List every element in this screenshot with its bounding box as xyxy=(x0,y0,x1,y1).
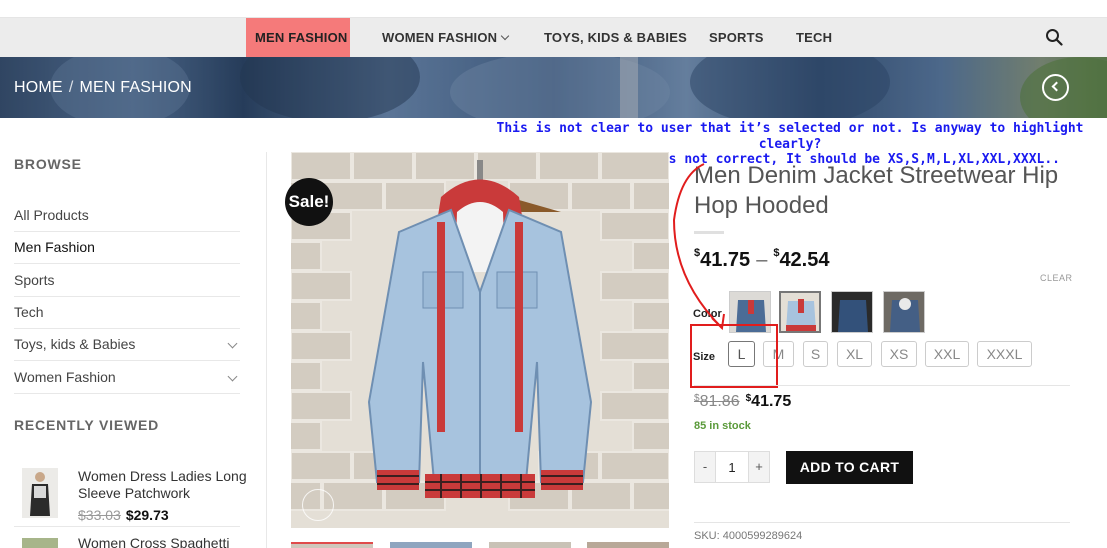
sidebar-item-tech[interactable]: Tech xyxy=(14,296,240,329)
product-thumbnail[interactable] xyxy=(22,468,58,518)
color-swatch[interactable] xyxy=(831,291,873,333)
top-bar xyxy=(0,0,1107,18)
annotation-line-1: This is not clear to user that it’s sele… xyxy=(496,121,1084,152)
gallery-thumbnail[interactable] xyxy=(291,542,373,548)
chevron-down-icon xyxy=(501,31,510,41)
recently-viewed-heading: RECENTLY VIEWED xyxy=(14,417,160,433)
product-thumbnail[interactable] xyxy=(22,538,58,548)
quantity-increase-button[interactable]: + xyxy=(749,452,769,482)
sidebar-item-sports[interactable]: Sports xyxy=(14,264,240,297)
gallery-thumbnail[interactable] xyxy=(489,542,571,548)
woman-dress-image xyxy=(22,468,58,518)
recent-product-item[interactable]: Women Dress Ladies Long Sleeve Patchwork… xyxy=(14,465,247,527)
product-main-image[interactable] xyxy=(291,152,669,528)
main-nav: MEN FASHION WOMEN FASHION TOYS, KIDS & B… xyxy=(0,18,1107,57)
column-divider xyxy=(266,152,267,548)
nav-tech[interactable]: TECH xyxy=(796,18,832,57)
sidebar-item-label: Women Fashion xyxy=(14,369,116,385)
hero-prev-button[interactable] xyxy=(1042,74,1069,101)
recent-product-title[interactable]: Women Cross Spaghetti xyxy=(78,535,240,548)
nav-label: TOYS, KIDS & BABIES xyxy=(544,30,687,45)
sidebar-item-label: Toys, kids & Babies xyxy=(14,336,136,352)
sidebar-item-label: Tech xyxy=(14,304,44,320)
gallery-prev-button[interactable] xyxy=(302,489,334,521)
stock-status: 85 in stock xyxy=(694,420,751,432)
color-swatch-selected[interactable] xyxy=(779,291,821,333)
color-swatch[interactable] xyxy=(883,291,925,333)
breadcrumb-current: MEN FASHION xyxy=(79,79,192,96)
sidebar-item-label: Sports xyxy=(14,272,55,288)
denim-jacket-image xyxy=(291,152,669,528)
quantity-stepper: - + xyxy=(694,451,770,483)
sidebar-item-women-fashion[interactable]: Women Fashion xyxy=(14,361,240,394)
nav-label: MEN FASHION xyxy=(255,30,348,45)
price-max: 42.54 xyxy=(779,249,830,271)
size-option-xxl[interactable]: XXL xyxy=(925,341,969,367)
nav-men-fashion[interactable]: MEN FASHION xyxy=(246,18,350,57)
nav-label: TECH xyxy=(796,30,833,45)
gallery-thumbnail[interactable] xyxy=(390,542,472,548)
sidebar-item-toys-kids-babies[interactable]: Toys, kids & Babies xyxy=(14,328,240,361)
sidebar-item-label: Men Fashion xyxy=(14,239,95,255)
variation-price: $81.86 $41.75 xyxy=(694,393,791,411)
size-option-xl[interactable]: XL xyxy=(837,341,872,367)
quantity-decrease-button[interactable]: - xyxy=(695,452,715,482)
gallery-thumbnail[interactable] xyxy=(587,542,669,548)
browse-heading: BROWSE xyxy=(14,156,82,172)
chevron-left-icon xyxy=(1051,81,1062,92)
annotation-arrow xyxy=(672,163,725,331)
old-price: $33.03 xyxy=(78,507,121,523)
add-to-cart-button[interactable]: ADD TO CART xyxy=(786,451,913,484)
nav-sports[interactable]: SPORTS xyxy=(709,18,764,57)
sidebar-item-all-products[interactable]: All Products xyxy=(14,199,240,232)
sale-price: $29.73 xyxy=(125,507,169,523)
chevron-down-icon[interactable] xyxy=(227,338,238,349)
recent-product-price: $33.03 $29.73 xyxy=(78,507,169,523)
nav-label: WOMEN FASHION xyxy=(382,30,498,45)
currency-symbol: $ xyxy=(773,247,780,259)
sidebar-item-label: All Products xyxy=(14,207,89,223)
breadcrumb-separator: / xyxy=(68,79,74,96)
divider xyxy=(694,385,1070,386)
recent-product-item[interactable]: Women Cross Spaghetti xyxy=(14,535,240,548)
nav-women-fashion[interactable]: WOMEN FASHION xyxy=(382,18,510,57)
color-swatch-image xyxy=(781,293,819,331)
search-icon[interactable] xyxy=(1045,28,1063,46)
size-option-xs[interactable]: XS xyxy=(881,341,917,367)
clear-selection-link[interactable]: CLEAR xyxy=(1040,273,1073,283)
breadcrumb: HOME / MEN FASHION xyxy=(14,79,192,97)
color-swatch-image xyxy=(884,292,924,332)
divider xyxy=(694,522,1070,523)
product-title: Men Denim Jacket Streetwear Hip Hop Hood… xyxy=(694,162,1059,219)
sidebar-item-men-fashion[interactable]: Men Fashion xyxy=(14,231,240,264)
recent-product-title[interactable]: Women Dress Ladies Long Sleeve Patchwork xyxy=(78,468,248,502)
nav-toys-kids-babies[interactable]: TOYS, KIDS & BABIES xyxy=(544,18,687,57)
product-sku: SKU: 4000599289624 xyxy=(694,530,803,542)
old-price: 81.86 xyxy=(699,393,740,410)
size-option-s[interactable]: S xyxy=(803,341,828,367)
quantity-input[interactable] xyxy=(715,452,749,482)
chevron-down-icon[interactable] xyxy=(227,371,238,382)
price-separator: – xyxy=(756,249,768,271)
sale-price: 41.75 xyxy=(751,393,792,410)
breadcrumb-home-link[interactable]: HOME xyxy=(14,79,63,96)
size-option-xxxl[interactable]: XXXL xyxy=(977,341,1032,367)
nav-label: SPORTS xyxy=(709,30,764,45)
sale-badge: Sale! xyxy=(285,178,333,226)
color-swatch-image xyxy=(832,292,872,332)
